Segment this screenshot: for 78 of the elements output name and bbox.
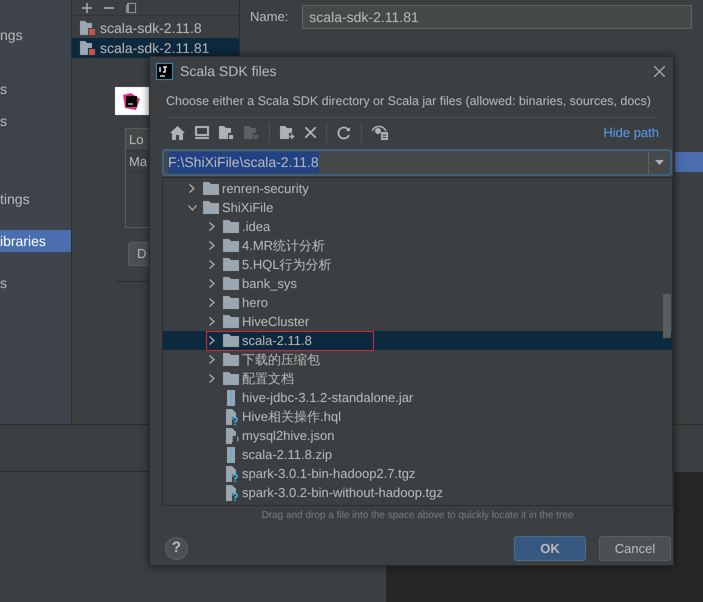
unknown-file-icon [223, 408, 239, 424]
chevron-right-icon[interactable] [209, 222, 215, 231]
selection-highlight [675, 152, 703, 172]
cancel-button[interactable]: Cancel [599, 536, 671, 561]
refresh-icon[interactable] [337, 126, 351, 140]
folder-icon [203, 182, 219, 195]
sidebar-item[interactable]: s [0, 78, 71, 100]
tree-item[interactable]: spark-3.0.2-bin-without-hadoop.tgz [163, 483, 672, 502]
tree-item[interactable]: 下载的压缩包 [163, 350, 672, 369]
folder-icon [223, 372, 239, 385]
unknown-file-icon [223, 484, 239, 500]
scrollbar-thumb[interactable] [663, 294, 671, 338]
name-label: Name: [250, 8, 288, 26]
tree-item[interactable]: HiveCluster [163, 312, 672, 331]
folder-icon [223, 277, 239, 290]
hide-path-link[interactable]: Hide path [603, 122, 659, 142]
sidebar-item[interactable]: tings [0, 188, 71, 210]
document-icon[interactable] [126, 2, 136, 12]
chevron-right-icon[interactable] [209, 317, 215, 326]
path-combo-box[interactable]: F:\ShiXiFile\scala-2.11.8 [162, 149, 672, 176]
tree-item[interactable]: ShiXiFile [163, 198, 672, 217]
home-icon[interactable] [170, 126, 185, 140]
sidebar-item[interactable]: s [0, 110, 71, 132]
new-folder-icon[interactable] [280, 126, 295, 139]
chevron-down-icon[interactable] [188, 204, 196, 210]
json-file-icon [223, 428, 239, 444]
sidebar-item[interactable]: ibraries [0, 230, 71, 252]
tree-item[interactable]: 4.MR统计分析 [163, 236, 672, 255]
dialog-title: Scala SDK files [180, 62, 276, 81]
close-icon[interactable] [654, 66, 665, 77]
name-field[interactable]: scala-sdk-2.11.81 [302, 5, 692, 29]
tree-item[interactable]: hive-jdbc-3.1.2-standalone.jar [163, 388, 672, 407]
show-hidden-icon[interactable] [372, 125, 388, 140]
folder-icon [203, 201, 219, 214]
chevron-right-icon[interactable] [209, 260, 215, 269]
app-logo-icon [156, 63, 173, 80]
unknown-file-icon [223, 466, 239, 482]
chevron-right-icon[interactable] [189, 184, 195, 193]
folder-icon [223, 315, 239, 328]
chevron-right-icon[interactable] [209, 336, 215, 345]
help-button[interactable]: ? [165, 537, 188, 560]
sdk-list-item[interactable]: scala-sdk-2.11.81 [72, 38, 239, 58]
tree-item[interactable]: 配置文档 [163, 369, 672, 388]
chevron-right-icon[interactable] [209, 355, 215, 364]
tree-item[interactable]: scala-2.11.8 [163, 331, 672, 350]
tree-item[interactable]: spark-3.0.1-bin-hadoop2.7.tgz [163, 464, 672, 483]
tree-item[interactable]: 5.HQL行为分析 [163, 255, 672, 274]
hint-text: Drag and drop a file into the space above to quickly locate it in the tree [260, 509, 574, 523]
folder-icon [223, 220, 239, 233]
folder-icon [223, 296, 239, 309]
delete-icon[interactable] [305, 127, 316, 138]
tree-item[interactable]: mysql2hive.json [163, 426, 672, 445]
sidebar-item[interactable]: s [0, 272, 71, 294]
desktop-icon[interactable] [195, 126, 209, 139]
ok-button[interactable]: OK [514, 536, 586, 561]
chevron-right-icon[interactable] [209, 241, 215, 250]
tree-item[interactable]: renren-security [163, 179, 672, 198]
tree-item[interactable]: Hive相关操作.hql [163, 407, 672, 426]
tree-item[interactable]: bank_sys [163, 274, 672, 293]
folder-icon [223, 334, 239, 347]
library-icon [80, 41, 95, 55]
tree-item[interactable]: .idea [163, 217, 672, 236]
tree-item[interactable]: scala-2.11.8.zip [163, 445, 672, 464]
chevron-right-icon[interactable] [209, 279, 215, 288]
tree-item[interactable]: hero [163, 293, 672, 312]
library-icon [80, 21, 95, 35]
folder-icon [223, 239, 239, 252]
dialog-description: Choose either a Scala SDK directory or Scala jar files (allowed: binaries, sources, docs) [166, 93, 651, 109]
sidebar-item[interactable]: ngs [0, 24, 71, 46]
folder-icon [223, 353, 239, 366]
add-icon[interactable] [82, 2, 92, 12]
chevron-right-icon[interactable] [209, 374, 215, 383]
folder-icon [223, 258, 239, 271]
chevron-right-icon[interactable] [209, 298, 215, 307]
folder-icon[interactable] [219, 126, 234, 139]
app-logo-icon [123, 92, 140, 110]
dropdown-arrow-icon[interactable] [655, 160, 664, 165]
sdk-list-item[interactable]: scala-sdk-2.11.8 [72, 18, 239, 38]
